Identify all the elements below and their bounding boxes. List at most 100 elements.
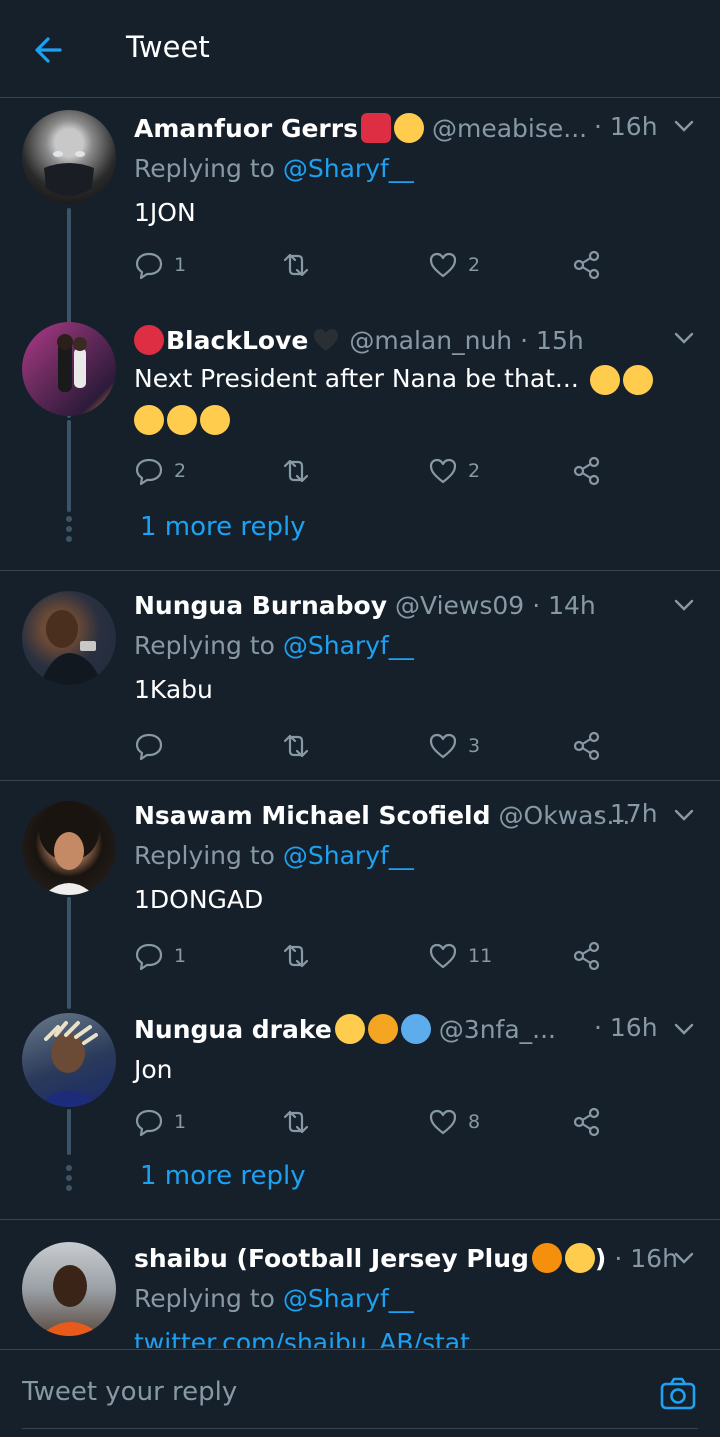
tweet[interactable]: Nsawam Michael Scofield @Okwas... · 17h … [0, 781, 720, 1009]
tweet-actions: 1 11 [134, 939, 614, 973]
page-title: Tweet [126, 30, 210, 64]
retweet-icon [283, 734, 309, 758]
display-name-suffix: ) [594, 1243, 607, 1273]
mention-link[interactable]: @Sharyf__ [283, 631, 414, 660]
retweet-button[interactable] [280, 729, 312, 763]
mention-link[interactable]: @Sharyf__ [283, 841, 414, 870]
display-name[interactable]: Amanfuor Gerrs [134, 114, 358, 143]
like-button[interactable]: 8 [428, 1105, 480, 1139]
display-name[interactable]: Nungua Burnaboy [134, 591, 387, 620]
tweet[interactable]: BlackLove @malan_nuh · 15h Next Presiden… [0, 308, 720, 570]
share-button[interactable] [572, 1105, 602, 1139]
display-name[interactable]: Nsawam Michael Scofield [134, 801, 491, 830]
retweet-icon [283, 459, 309, 483]
retweet-button[interactable] [280, 248, 312, 282]
mention-link[interactable]: @Sharyf__ [283, 1284, 414, 1313]
share-button[interactable] [572, 939, 602, 973]
user-handle[interactable]: @3nfa_... [439, 1015, 556, 1044]
avatar[interactable] [22, 1242, 116, 1336]
chevron-down-icon[interactable] [672, 593, 696, 617]
tweet-header: shaibu (Football Jersey Plug ) · 16h [134, 1240, 678, 1276]
retweet-button[interactable] [280, 939, 312, 973]
tweet-header: Nsawam Michael Scofield @Okwas... [134, 797, 630, 833]
sweat-smile-emoji-icon [167, 405, 197, 435]
chevron-down-icon[interactable] [672, 1017, 696, 1041]
user-handle[interactable]: @Views09 [395, 591, 524, 620]
siren-emoji-icon [360, 113, 391, 143]
tweet-header: Nungua Burnaboy @Views09 · 14h [134, 587, 596, 623]
fire-emoji-icon [531, 1243, 562, 1273]
user-handle[interactable]: @meabise... [432, 114, 587, 143]
tweet-header: Amanfuor Gerrs @meabise... [134, 110, 587, 146]
more-replies-link[interactable]: 1 more reply [140, 1161, 306, 1191]
like-button[interactable]: 3 [428, 729, 480, 763]
handshake-emoji-icon [564, 1243, 595, 1273]
mention-link[interactable]: @Sharyf__ [283, 154, 414, 183]
back-arrow-icon[interactable] [30, 30, 70, 70]
reply-button[interactable]: 1 [134, 248, 186, 282]
avatar[interactable] [22, 801, 116, 895]
avatar[interactable] [22, 1013, 116, 1107]
tweet-text: Jon [134, 1055, 173, 1084]
avatar[interactable] [22, 110, 116, 204]
squinting-tongue-emoji-icon [393, 113, 424, 143]
tweet[interactable]: Amanfuor Gerrs @meabise... · 16h Replyin… [0, 98, 720, 418]
tweet[interactable]: Nungua drake @3nfa_... · 16h Jon 1 8 1 m… [0, 999, 720, 1219]
display-name[interactable]: BlackLove [166, 326, 308, 355]
like-count: 2 [468, 254, 481, 276]
tweet-reply-input[interactable] [22, 1370, 622, 1414]
like-count: 2 [468, 460, 481, 482]
chevron-down-icon[interactable] [672, 803, 696, 827]
like-count: 11 [468, 945, 493, 967]
avatar[interactable] [22, 591, 116, 685]
thread-line [67, 420, 71, 512]
tweet[interactable]: Nungua Burnaboy @Views09 · 14h Replying … [0, 571, 720, 781]
replying-to: Replying to @Sharyf__ [134, 154, 414, 183]
like-button[interactable]: 11 [428, 939, 492, 973]
replying-prefix: Replying to [134, 1284, 283, 1313]
replying-to: Replying to @Sharyf__ [134, 1284, 414, 1313]
chevron-down-icon[interactable] [672, 114, 696, 138]
tweet-header: BlackLove @malan_nuh · 15h [134, 322, 584, 358]
share-button[interactable] [572, 729, 602, 763]
reply-button[interactable]: 2 [134, 454, 186, 488]
avatar[interactable] [22, 322, 116, 416]
replying-prefix: Replying to [134, 154, 283, 183]
top-bar: Tweet [0, 0, 720, 98]
share-button[interactable] [572, 248, 602, 282]
more-replies-link[interactable]: 1 more reply [140, 512, 306, 542]
dizzy-emoji-icon [367, 1014, 398, 1044]
share-button[interactable] [572, 454, 602, 488]
like-button[interactable]: 2 [428, 454, 480, 488]
retweet-button[interactable] [280, 1105, 312, 1139]
user-handle[interactable]: @malan_nuh [349, 326, 512, 355]
chevron-down-icon[interactable] [672, 1246, 696, 1270]
reply-button[interactable]: 1 [134, 939, 186, 973]
display-name[interactable]: shaibu (Football Jersey Plug [134, 1244, 529, 1273]
tweet-text: 1JON [134, 198, 196, 227]
like-count: 8 [468, 1111, 481, 1133]
display-name[interactable]: Nungua drake [134, 1015, 332, 1044]
timestamp: · 16h [614, 1243, 678, 1273]
thread-line [67, 1109, 71, 1155]
reply-button[interactable] [134, 729, 174, 763]
retweet-icon [283, 944, 309, 968]
thread-line [67, 897, 71, 1009]
reply-icon [135, 1109, 163, 1137]
retweet-icon [283, 253, 309, 277]
reply-count: 1 [174, 254, 187, 276]
like-button[interactable]: 2 [428, 248, 480, 282]
camera-icon[interactable] [658, 1374, 698, 1414]
tweet-link[interactable]: twitter.com/shaibu_AB/stat [134, 1328, 470, 1348]
retweet-button[interactable] [280, 454, 312, 488]
sweat-droplets-emoji-icon [400, 1014, 431, 1044]
replying-prefix: Replying to [134, 841, 283, 870]
reply-icon [135, 943, 163, 971]
share-icon [573, 250, 600, 280]
reply-icon [135, 458, 163, 486]
reply-button[interactable]: 1 [134, 1105, 186, 1139]
chevron-down-icon[interactable] [672, 326, 696, 350]
tweet[interactable]: shaibu (Football Jersey Plug ) · 16h Rep… [0, 1220, 720, 1348]
retweet-icon [283, 1110, 309, 1134]
like-icon [429, 252, 457, 278]
